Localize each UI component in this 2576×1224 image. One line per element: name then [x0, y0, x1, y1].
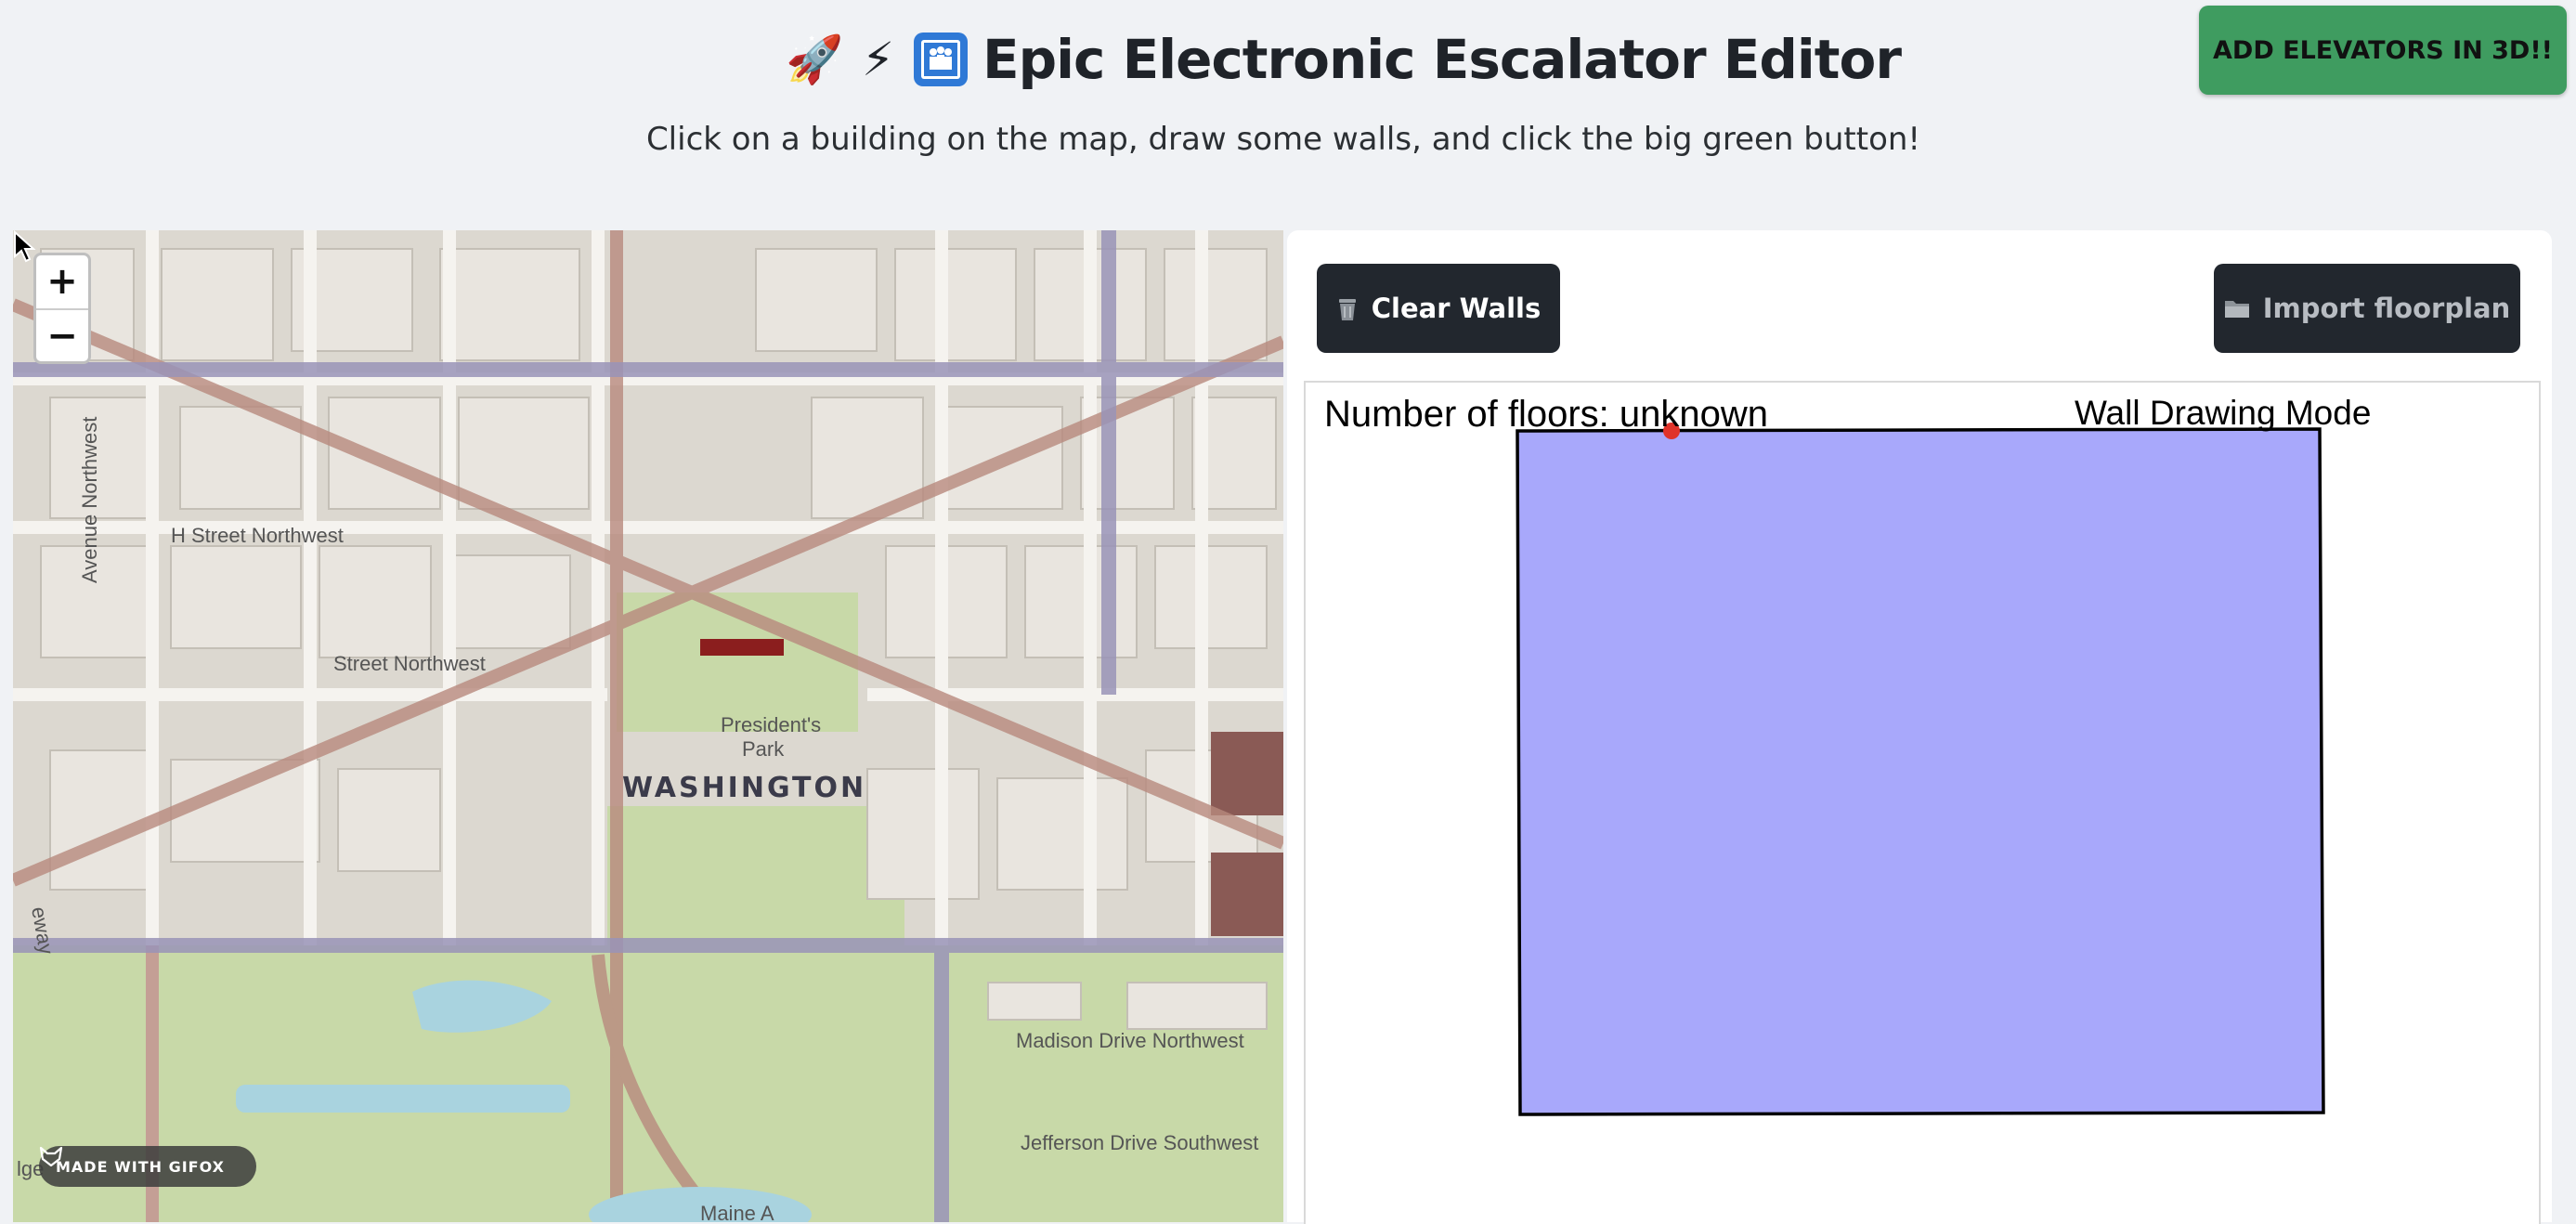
gifox-watermark: MADE WITH GIFOX: [39, 1146, 256, 1187]
map-label-avenue: Avenue Northwest: [78, 417, 101, 583]
map-label-washington: WASHINGTON: [622, 772, 866, 804]
add-elevators-button[interactable]: ADD ELEVATORS IN 3D!!: [2199, 6, 2567, 95]
map-label-presidents-park: President's: [721, 713, 821, 736]
zoom-control: + −: [33, 253, 91, 364]
map-label-jefferson: Jefferson Drive Southwest: [1021, 1131, 1258, 1154]
gifox-label: MADE WITH GIFOX: [56, 1157, 225, 1176]
map-label-madison: Madison Drive Northwest: [1016, 1029, 1244, 1052]
title-text: Epic Electronic Escalator Editor: [982, 28, 1902, 91]
floorplan-canvas[interactable]: Number of floors: unknown Wall Drawing M…: [1304, 381, 2541, 1224]
editor-panel: Clear Walls Import floorplan Number of f…: [1287, 230, 2552, 1224]
zoom-out-button[interactable]: −: [36, 310, 88, 363]
walls-layer: [1516, 423, 2325, 1116]
folder-icon: [2224, 301, 2249, 318]
mouse-cursor-icon: [14, 230, 36, 263]
map-label-maine: Maine A: [700, 1202, 774, 1222]
trash-icon: [1338, 299, 1356, 320]
lightning-icon: ⚡: [861, 33, 894, 86]
clear-walls-label: Clear Walls: [1371, 293, 1542, 324]
map-tiles: H Street Northwest Street Northwest Pres…: [13, 230, 1283, 1222]
drawing-mode-label: Wall Drawing Mode: [2075, 394, 2372, 432]
floors-count-label: Number of floors: unknown: [1324, 394, 1769, 435]
fox-icon: [39, 1146, 63, 1166]
map-view[interactable]: H Street Northwest Street Northwest Pres…: [13, 230, 1283, 1222]
map-label-h-street: H Street Northwest: [171, 524, 344, 547]
clear-walls-button[interactable]: Clear Walls: [1317, 264, 1560, 353]
import-floorplan-button[interactable]: Import floorplan: [2214, 264, 2520, 353]
map-label-park: Park: [742, 737, 785, 761]
page-title: 🚀 ⚡ Epic Electronic Escalator Editor: [786, 22, 1902, 97]
rocket-icon: 🚀: [786, 32, 843, 86]
elevator-icon: [912, 31, 969, 88]
header: 🚀 ⚡ Epic Electronic Escalator Editor Cli…: [0, 0, 2576, 223]
wall-polygon[interactable]: [1516, 427, 2325, 1116]
subtitle: Click on a building on the map, draw som…: [645, 121, 1921, 158]
zoom-in-button[interactable]: +: [36, 255, 88, 310]
import-floorplan-label: Import floorplan: [2262, 293, 2511, 324]
map-label-i-street: Street Northwest: [333, 652, 486, 675]
